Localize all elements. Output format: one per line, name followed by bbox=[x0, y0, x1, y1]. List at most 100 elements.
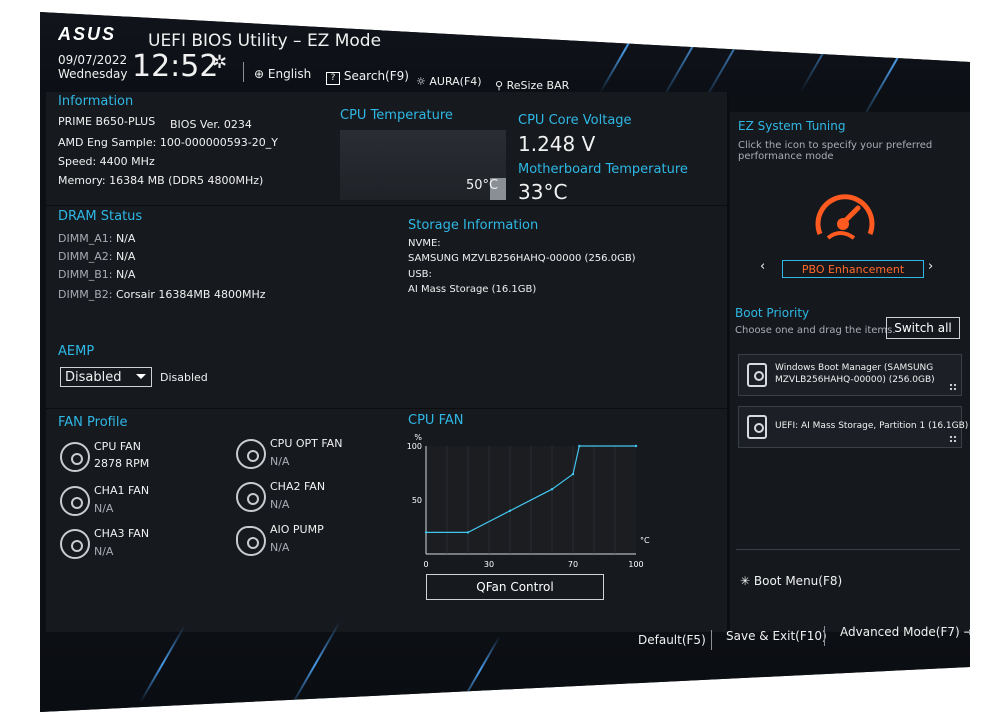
date: 09/07/2022 bbox=[58, 53, 128, 67]
search-icon: ? bbox=[326, 72, 340, 85]
switch-all-label: Switch all bbox=[894, 321, 952, 335]
information-heading: Information bbox=[58, 94, 134, 109]
fan-icon bbox=[236, 439, 266, 469]
resize-bar-button[interactable]: ⚲ ReSize BAR bbox=[495, 79, 569, 92]
boot-item-label: UEFI: AI Mass Storage, Partition 1 (16.1… bbox=[775, 421, 969, 431]
disk-icon bbox=[747, 363, 767, 387]
aura-label: AURA(F4) bbox=[429, 75, 482, 88]
fan-name: CPU OPT FAN bbox=[270, 437, 343, 450]
switch-all-button[interactable]: Switch all bbox=[886, 317, 960, 339]
aemp-select[interactable]: Disabled bbox=[60, 367, 152, 387]
storage-heading: Storage Information bbox=[408, 218, 539, 233]
default-label: Default(F5) bbox=[638, 633, 706, 647]
nvme-label: NVME: bbox=[408, 238, 441, 249]
aura-icon: ☼ bbox=[416, 75, 426, 88]
bottom-bar bbox=[40, 632, 970, 712]
fan-value: 2878 RPM bbox=[94, 457, 150, 470]
boot-menu-label: Boot Menu(F8) bbox=[753, 574, 843, 588]
fan-value: N/A bbox=[270, 498, 290, 511]
fan-icon bbox=[60, 486, 90, 516]
aemp-select-value: Disabled bbox=[65, 369, 122, 385]
cpu-fan-chart-heading: CPU FAN bbox=[408, 413, 464, 428]
boot-item-usb[interactable]: UEFI: AI Mass Storage, Partition 1 (16.1… bbox=[738, 406, 968, 448]
language-button[interactable]: ⊕ English bbox=[254, 67, 311, 81]
default-button[interactable]: Default(F5) bbox=[638, 633, 706, 647]
x-tick-label: 100 bbox=[628, 560, 643, 569]
resize-bar-label: ReSize BAR bbox=[506, 79, 570, 92]
drag-handle-icon[interactable] bbox=[949, 383, 957, 391]
speedometer-icon[interactable] bbox=[810, 188, 880, 248]
cpu-model: AMD Eng Sample: 100-000000593-20_Y bbox=[58, 136, 278, 149]
globe-icon: ⊕ bbox=[254, 67, 265, 81]
mode-selector[interactable]: PBO Enhancement bbox=[782, 260, 924, 278]
x-axis-unit: °C bbox=[640, 536, 650, 545]
disk-icon bbox=[747, 415, 767, 439]
pump-icon bbox=[236, 526, 266, 556]
clock: 12:52 bbox=[132, 49, 219, 84]
cpu-temp-heading: CPU Temperature bbox=[340, 108, 453, 123]
fan-icon bbox=[60, 442, 90, 472]
fan-icon bbox=[236, 482, 266, 512]
qfan-control-label: QFan Control bbox=[476, 580, 554, 594]
search-button[interactable]: ? Search(F9) bbox=[326, 69, 409, 85]
aemp-heading: AEMP bbox=[58, 344, 95, 359]
x-tick-label: 70 bbox=[568, 560, 578, 569]
boot-item-windows[interactable]: Windows Boot Manager (SAMSUNG MZVLB256HA… bbox=[738, 354, 962, 396]
ez-tuning-desc-1: Click the icon to specify your preferred bbox=[738, 140, 933, 151]
boot-item-label-2: MZVLB256HAHQ-00000) (256.0GB) bbox=[775, 375, 935, 385]
exit-icon: ⇥ bbox=[963, 625, 970, 639]
mode-label: PBO Enhancement bbox=[801, 262, 905, 276]
nvme-value: SAMSUNG MZVLB256HAHQ-00000 (256.0GB) bbox=[408, 253, 636, 264]
fan-icon bbox=[60, 529, 90, 559]
bios-screen: ASUS UEFI BIOS Utility – EZ Mode 09/07/2… bbox=[40, 12, 970, 712]
boot-menu-icon: ✳ bbox=[740, 574, 751, 588]
ez-tuning-desc-2: performance mode bbox=[738, 151, 834, 162]
fan-value: N/A bbox=[270, 541, 290, 554]
asus-logo: ASUS bbox=[58, 26, 116, 42]
fan-curve-point bbox=[424, 531, 428, 534]
bios-version: BIOS Ver. 0234 bbox=[170, 118, 252, 131]
y-axis-unit: % bbox=[414, 433, 422, 442]
resize-bar-icon: ⚲ bbox=[495, 79, 504, 92]
mb-temp-heading: Motherboard Temperature bbox=[518, 162, 688, 177]
dimm-a1: DIMM_A1: N/A bbox=[58, 232, 136, 245]
chevron-down-icon bbox=[136, 374, 146, 379]
usb-value: AI Mass Storage (16.1GB) bbox=[408, 284, 537, 295]
boot-menu-button[interactable]: ✳ Boot Menu(F8) bbox=[740, 574, 842, 588]
language-label: English bbox=[267, 67, 312, 81]
fan-name: CPU FAN bbox=[94, 440, 141, 453]
drag-handle-icon[interactable] bbox=[949, 435, 957, 443]
boot-item-label: Windows Boot Manager (SAMSUNG bbox=[775, 363, 934, 373]
mode-prev-button[interactable]: ‹ bbox=[760, 259, 765, 274]
aura-button[interactable]: ☼ AURA(F4) bbox=[416, 75, 482, 88]
x-tick-label: 30 bbox=[484, 560, 494, 569]
dimm-b1: DIMM_B1: N/A bbox=[58, 268, 136, 281]
advanced-mode-button[interactable]: Advanced Mode(F7) ⇥ bbox=[840, 625, 970, 639]
voltage-heading: CPU Core Voltage bbox=[518, 113, 632, 128]
usb-label: USB: bbox=[408, 269, 432, 280]
fan-value: N/A bbox=[270, 455, 290, 468]
clock-settings-icon[interactable]: ✲ bbox=[212, 52, 227, 73]
mode-next-button[interactable]: › bbox=[928, 259, 933, 274]
fan-value: N/A bbox=[94, 545, 114, 558]
board-model: PRIME B650-PLUS bbox=[58, 115, 156, 128]
y-tick-label: 50 bbox=[412, 496, 422, 505]
fan-name: CHA1 FAN bbox=[94, 484, 150, 497]
ez-tuning-heading: EZ System Tuning bbox=[738, 119, 846, 133]
dram-heading: DRAM Status bbox=[58, 209, 143, 224]
save-exit-button[interactable]: Save & Exit(F10) bbox=[726, 629, 827, 643]
aemp-status: Disabled bbox=[160, 371, 208, 384]
fan-curve-point bbox=[578, 444, 581, 448]
cpu-fan-chart[interactable]: 0 30 70 100 50 100% °C bbox=[400, 428, 660, 576]
dimm-a2: DIMM_A2: N/A bbox=[58, 250, 136, 263]
qfan-control-button[interactable]: QFan Control bbox=[426, 574, 604, 600]
fan-curve-point bbox=[571, 472, 575, 476]
fan-name: AIO PUMP bbox=[270, 523, 324, 536]
fan-profile-heading: FAN Profile bbox=[58, 415, 128, 430]
x-tick-label: 0 bbox=[423, 560, 428, 569]
fan-curve-point bbox=[634, 444, 638, 448]
dimm-b2: DIMM_B2: Corsair 16384MB 4800MHz bbox=[58, 288, 266, 301]
asus-logo-text: ASUS bbox=[58, 26, 116, 42]
page-title: UEFI BIOS Utility – EZ Mode bbox=[148, 31, 382, 51]
boot-priority-hint: Choose one and drag the items. bbox=[735, 325, 896, 336]
